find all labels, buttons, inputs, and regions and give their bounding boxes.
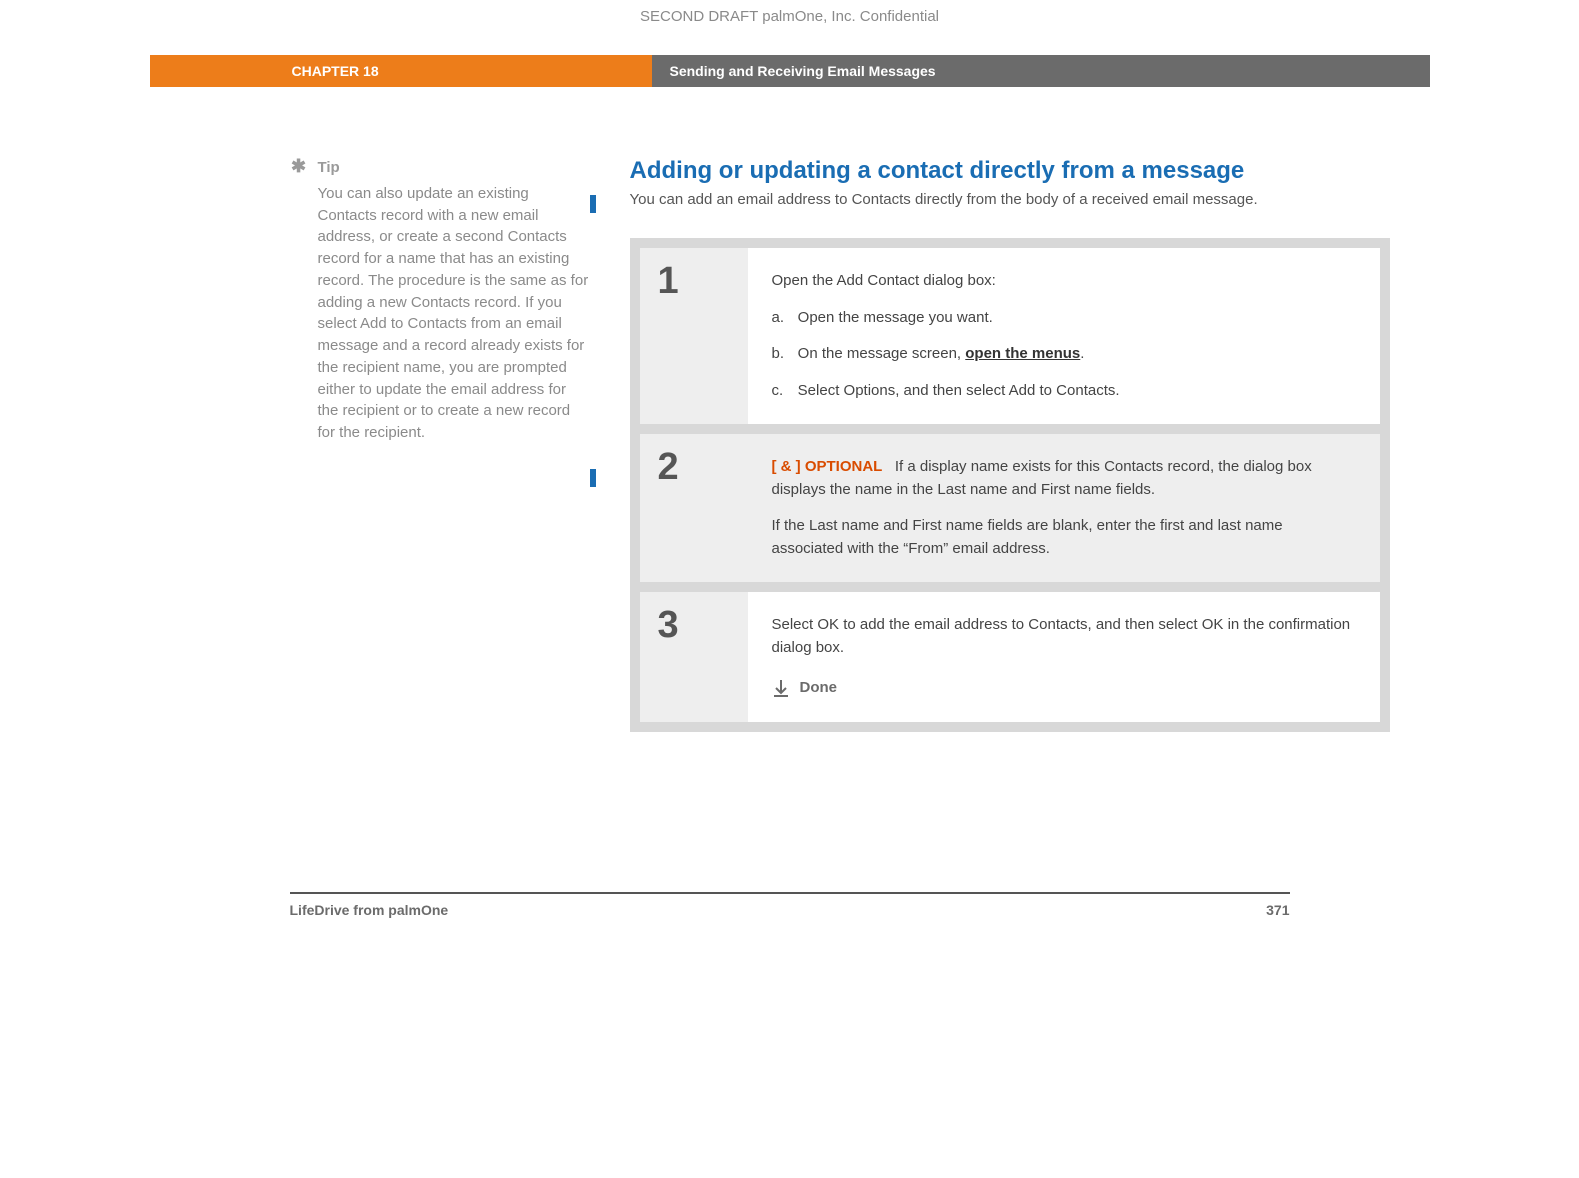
step-2: 2 [ & ] OPTIONAL If a display name exist… xyxy=(640,434,1380,582)
step-text: Select OK to add the email address to Co… xyxy=(772,614,1356,659)
asterisk-icon: ✱ xyxy=(290,157,308,175)
step-number: 3 xyxy=(640,592,748,722)
substep-letter: a. xyxy=(772,307,794,330)
step-number: 1 xyxy=(640,248,748,424)
revision-mark-icon xyxy=(590,195,596,213)
substep-text-prefix: On the message screen, xyxy=(798,345,966,362)
step-body: Select OK to add the email address to Co… xyxy=(748,592,1380,722)
step-lead: Open the Add Contact dialog box: xyxy=(772,270,1356,293)
sidebar: ✱ Tip You can also update an existing Co… xyxy=(290,157,630,732)
tip-block: ✱ Tip You can also update an existing Co… xyxy=(290,157,590,444)
substep-a: a. Open the message you want. xyxy=(772,307,1356,330)
optional-tag: [ & ] OPTIONAL xyxy=(772,458,883,475)
done-label: Done xyxy=(800,677,838,700)
chapter-bar: CHAPTER 18 Sending and Receiving Email M… xyxy=(150,55,1430,87)
done-row: Done xyxy=(772,677,1356,700)
chapter-bar-pad xyxy=(150,55,280,87)
step-text: If the Last name and First name fields a… xyxy=(772,515,1356,560)
footer-page-number: 371 xyxy=(1266,902,1289,918)
step-body: Open the Add Contact dialog box: a. Open… xyxy=(748,248,1380,424)
step-body: [ & ] OPTIONAL If a display name exists … xyxy=(748,434,1380,582)
tip-body: You can also update an existing Contacts… xyxy=(318,183,590,444)
substep-text-suffix: . xyxy=(1080,345,1084,362)
main-content: Adding or updating a contact directly fr… xyxy=(630,157,1390,732)
done-arrow-icon xyxy=(772,679,790,697)
step-1: 1 Open the Add Contact dialog box: a. Op… xyxy=(640,248,1380,424)
substep-letter: b. xyxy=(772,343,794,366)
substep-text: Select Options, and then select Add to C… xyxy=(798,382,1120,399)
section-heading: Adding or updating a contact directly fr… xyxy=(630,157,1390,185)
substep-c: c. Select Options, and then select Add t… xyxy=(772,380,1356,403)
page-footer: LifeDrive from palmOne 371 xyxy=(290,892,1290,918)
revision-mark-icon xyxy=(590,469,596,487)
tip-label: Tip xyxy=(318,157,340,179)
substep-b: b. On the message screen, open the menus… xyxy=(772,343,1356,366)
section-intro: You can add an email address to Contacts… xyxy=(630,191,1390,208)
chapter-title: Sending and Receiving Email Messages xyxy=(652,55,1430,87)
steps-container: 1 Open the Add Contact dialog box: a. Op… xyxy=(630,238,1390,732)
open-the-menus-link[interactable]: open the menus xyxy=(965,345,1080,362)
chapter-label: CHAPTER 18 xyxy=(280,55,652,87)
footer-product: LifeDrive from palmOne xyxy=(290,902,449,918)
substep-text: Open the message you want. xyxy=(798,309,993,326)
substep-letter: c. xyxy=(772,380,794,403)
step-3: 3 Select OK to add the email address to … xyxy=(640,592,1380,722)
draft-header: SECOND DRAFT palmOne, Inc. Confidential xyxy=(150,0,1430,55)
step-number: 2 xyxy=(640,434,748,582)
